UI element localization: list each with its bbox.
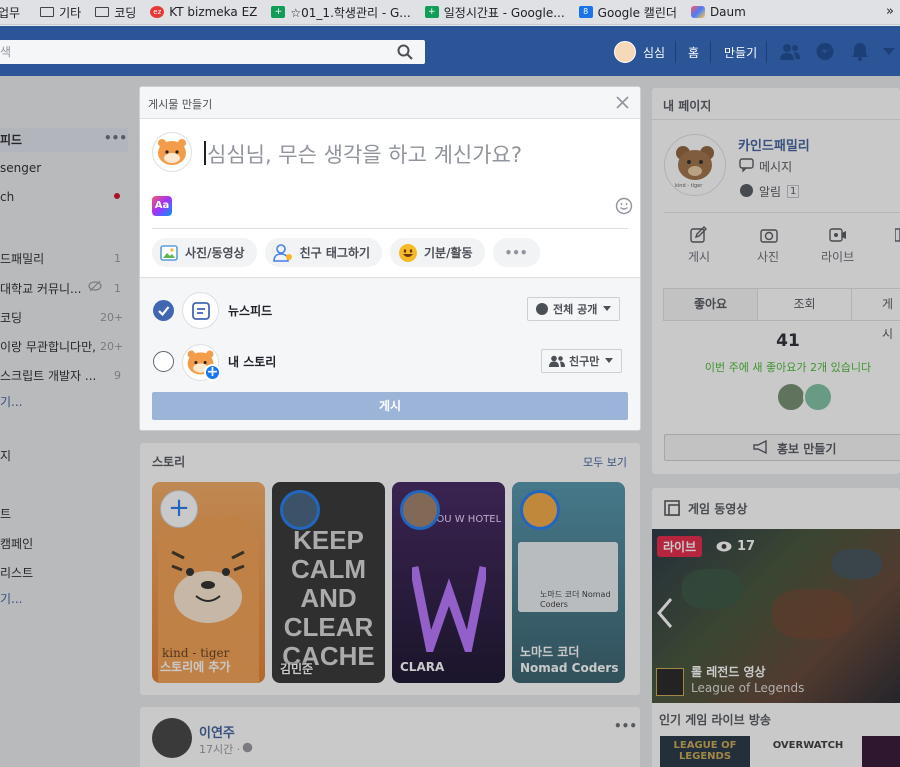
newsfeed-privacy-dropdown[interactable]: 전체 공개 (527, 297, 621, 321)
user-avatar (152, 132, 192, 172)
bookmark-item[interactable]: + ☆01_1.학생관리 - G... (271, 4, 411, 21)
create-link[interactable]: 만들기 (724, 44, 757, 61)
sheets-icon: + (271, 6, 286, 18)
bookmark-label: 기타 (59, 5, 82, 20)
bookmark-item[interactable]: 8 Google 캘린더 (578, 4, 677, 21)
feeling-emoji-icon (399, 243, 418, 262)
feeling-activity-label: 기분/활동 (424, 246, 473, 260)
photo-video-label: 사진/동영상 (185, 246, 245, 260)
newsfeed-label: 뉴스피드 (228, 304, 273, 318)
more-actions-button[interactable]: ••• (492, 238, 540, 267)
bookmark-label: 일정시간표 - Google... (443, 5, 565, 20)
avatar[interactable] (614, 41, 636, 63)
tag-friends-button[interactable]: 친구 태그하기 (264, 238, 383, 267)
globe-icon (536, 303, 548, 315)
photo-video-button[interactable]: 사진/동영상 (152, 238, 257, 267)
search-icon (397, 44, 413, 60)
bookmark-item[interactable]: 코딩 (95, 4, 136, 21)
newsfeed-icon-wrap (182, 292, 219, 329)
chevron-down-icon[interactable] (882, 46, 896, 58)
checkmark-icon (158, 306, 170, 317)
post-button[interactable]: 게시 (152, 392, 628, 420)
newsfeed-privacy-value: 전체 공개 (553, 303, 598, 316)
home-link[interactable]: 홈 (688, 44, 699, 61)
bookmark-label: 업무 (0, 5, 21, 20)
bookmark-item[interactable]: Daum (690, 5, 746, 19)
close-icon[interactable] (616, 96, 629, 109)
feeling-activity-button[interactable]: 기분/활동 (390, 238, 485, 267)
chevron-down-icon (605, 358, 614, 363)
bookmarks-overflow-button[interactable]: » (886, 4, 894, 19)
photo-icon (160, 244, 178, 261)
friends-icon (549, 355, 565, 367)
daum-icon (690, 6, 705, 18)
dialog-header: 게시물 만들기 (140, 87, 640, 119)
sheets-icon: + (424, 6, 439, 18)
ez-icon: ez (150, 6, 165, 18)
post-actions-row: 사진/동영상 친구 태그하기 기분/활동 ••• (152, 238, 540, 267)
tag-friends-icon (272, 243, 292, 262)
emoji-icon[interactable] (615, 197, 633, 215)
newsfeed-checkbox[interactable] (153, 300, 174, 321)
story-privacy-value: 친구만 (569, 355, 600, 368)
newsfeed-icon (191, 301, 210, 320)
tiger-avatar-icon (158, 139, 186, 165)
search-input[interactable]: 색 (0, 40, 425, 64)
bookmark-item[interactable]: + 일정시간표 - Google... (424, 4, 565, 21)
bookmark-label: Daum (709, 5, 746, 19)
bookmark-item[interactable]: ez KT bizmeka EZ (150, 5, 257, 19)
notifications-icon[interactable] (851, 42, 869, 62)
messenger-icon[interactable] (815, 42, 835, 62)
folder-icon (95, 7, 110, 17)
bookmark-label: ☆01_1.학생관리 - G... (290, 5, 411, 20)
bookmark-label: 코딩 (114, 5, 137, 20)
profile-link[interactable]: 심심 (643, 44, 665, 61)
text-cursor (204, 141, 206, 165)
story-privacy-dropdown[interactable]: 친구만 (541, 349, 623, 373)
dialog-title: 게시물 만들기 (148, 98, 213, 111)
bookmark-label: Google 캘린더 (597, 5, 677, 20)
bookmark-label: KT bizmeka EZ (169, 5, 258, 19)
search-button[interactable] (385, 40, 425, 64)
bookmark-item[interactable]: 업무 (0, 4, 20, 21)
post-text-input[interactable]: 심심님, 무슨 생각을 하고 계신가요? (207, 139, 522, 169)
tag-friends-label: 친구 태그하기 (299, 246, 371, 260)
friend-requests-icon[interactable] (779, 42, 801, 62)
background-style-button[interactable]: Aa (152, 196, 172, 216)
calendar-icon: 8 (578, 6, 593, 18)
story-checkbox[interactable] (153, 351, 174, 372)
story-label: 내 스토리 (228, 355, 277, 369)
add-story-icon: + (204, 364, 221, 381)
folder-icon (40, 7, 55, 17)
chevron-down-icon (603, 306, 612, 311)
bookmarks-bar: 업무 기타 코딩 ez KT bizmeka EZ + ☆01_1.학생관리 - G… (0, 0, 900, 25)
bookmark-item[interactable]: 기타 (40, 4, 81, 21)
create-post-dialog: 게시물 만들기 심심님, 무슨 생각을 하고 계신가요? Aa 사진/동영상 친… (139, 86, 641, 431)
